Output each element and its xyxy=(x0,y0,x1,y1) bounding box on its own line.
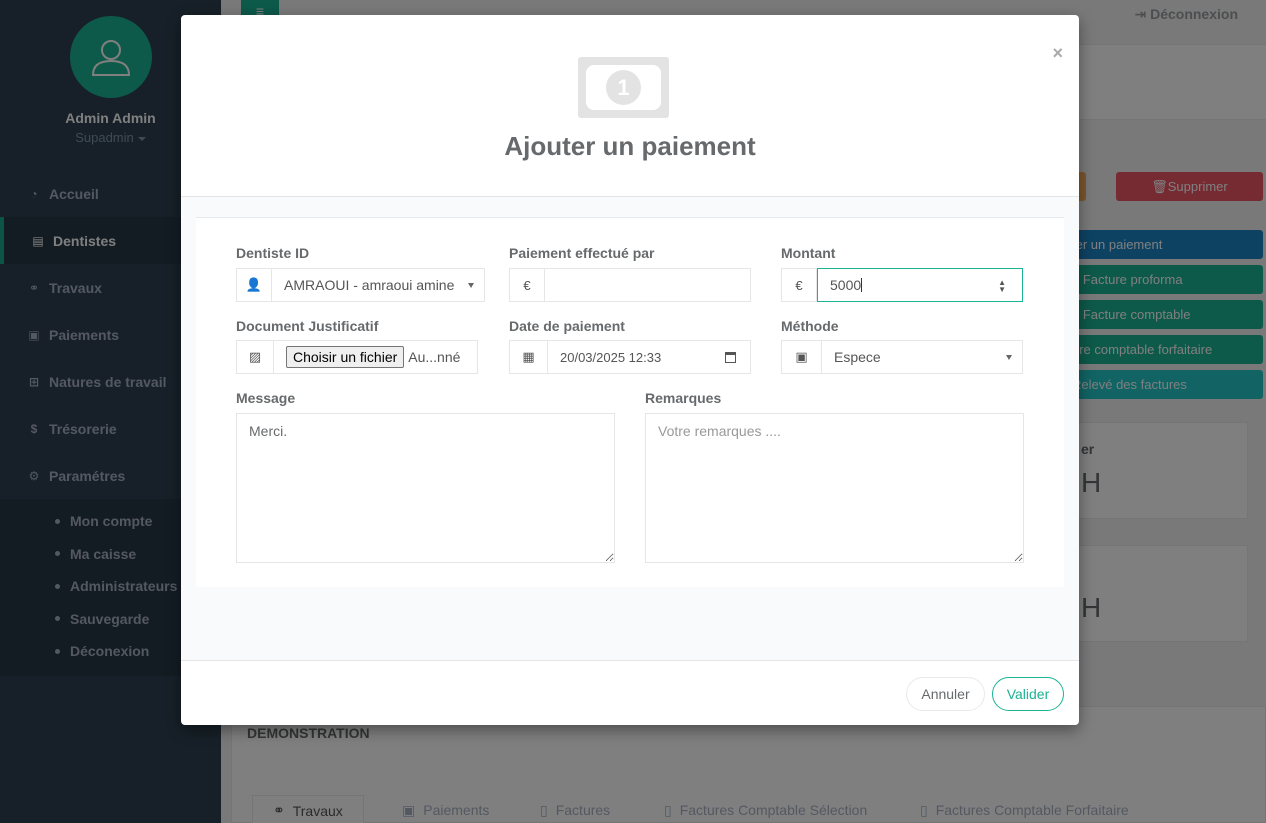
modal-header: 1 Ajouter un paiement xyxy=(181,15,1079,197)
document-label: Document Justificatif xyxy=(236,318,379,334)
date-value: 20/03/2025 12:33 xyxy=(560,349,662,365)
euro-icon: € xyxy=(510,269,545,301)
modal-title: Ajouter un paiement xyxy=(504,131,756,161)
method-select[interactable]: Espece xyxy=(822,341,1022,373)
image-file-icon: ▨ xyxy=(237,341,274,373)
choose-file-button[interactable]: Choisir un fichier xyxy=(286,346,405,368)
calendar-picker-icon[interactable] xyxy=(725,352,736,363)
method-value: Espece xyxy=(834,349,881,365)
date-group: ▦ 20/03/2025 12:33 xyxy=(509,340,751,374)
document-file-input[interactable]: Choisir un fichier Au...nné xyxy=(274,341,477,373)
remarks-textarea[interactable] xyxy=(645,413,1024,563)
euro-icon: € xyxy=(782,269,817,301)
add-payment-modal: × 1 Ajouter un paiement Dentiste ID 👤 AM… xyxy=(181,15,1079,725)
spinner-icon[interactable]: ▲ ▼ xyxy=(998,279,1006,294)
dentist-select-group: 👤 AMRAOUI - amraoui amine xyxy=(236,268,485,302)
paid-by-group: € xyxy=(509,268,751,302)
close-icon[interactable]: × xyxy=(1052,43,1063,64)
money-icon: ▣ xyxy=(782,341,822,373)
date-input[interactable]: 20/03/2025 12:33 xyxy=(548,341,750,373)
dentist-select-value: AMRAOUI - amraoui amine xyxy=(284,277,455,293)
payment-form: Dentiste ID 👤 AMRAOUI - amraoui amine Pa… xyxy=(196,217,1064,587)
paid-by-input[interactable] xyxy=(545,269,750,301)
money-icon: 1 xyxy=(578,57,669,118)
document-group: ▨ Choisir un fichier Au...nné xyxy=(236,340,478,374)
amount-input[interactable]: 5000 ▲ ▼ xyxy=(817,268,1023,302)
remarks-label: Remarques xyxy=(645,390,722,406)
dentist-label: Dentiste ID xyxy=(236,245,310,261)
calendar-icon: ▦ xyxy=(510,341,548,373)
date-label: Date de paiement xyxy=(509,318,625,334)
amount-label: Montant xyxy=(781,245,836,261)
cancel-button[interactable]: Annuler xyxy=(906,677,985,711)
dropdown-arrow-icon xyxy=(468,283,474,288)
submit-button[interactable]: Valider xyxy=(992,677,1064,711)
modal-footer: Annuler Valider xyxy=(181,660,1079,725)
dentist-select[interactable]: AMRAOUI - amraoui amine xyxy=(272,269,484,301)
method-label: Méthode xyxy=(781,318,839,334)
message-textarea[interactable]: Merci. xyxy=(236,413,615,563)
dropdown-arrow-icon xyxy=(1006,355,1012,360)
method-group: ▣ Espece xyxy=(781,340,1023,374)
file-name-text: Au...nné xyxy=(408,349,461,365)
amount-group: € 5000 ▲ ▼ xyxy=(781,268,1023,302)
paid-by-label: Paiement effectué par xyxy=(509,245,655,261)
modal-body: Dentiste ID 👤 AMRAOUI - amraoui amine Pa… xyxy=(181,197,1079,660)
message-label: Message xyxy=(236,390,296,406)
amount-value: 5000 xyxy=(830,277,862,293)
user-icon: 👤 xyxy=(237,269,272,301)
